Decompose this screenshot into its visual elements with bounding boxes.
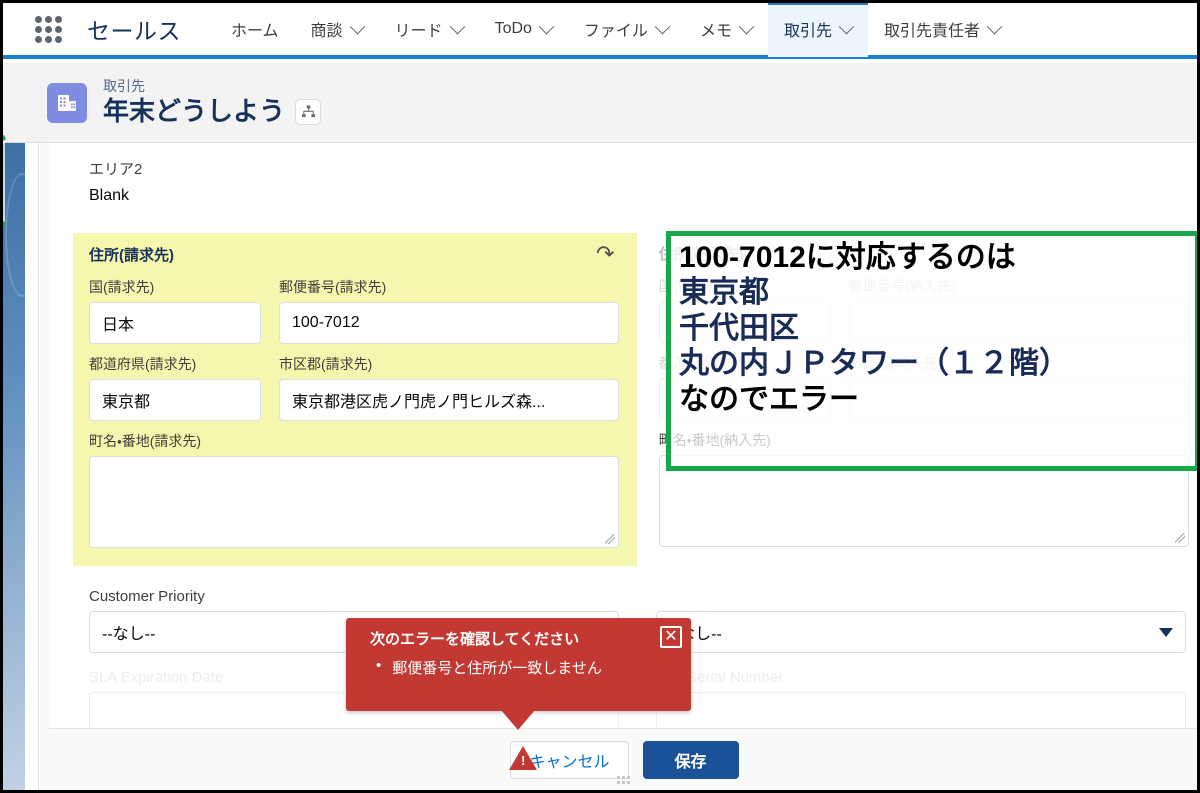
billing-street-label: 町名・番地(請求先) <box>89 433 202 450</box>
error-popover-title: 次のエラーを確認してください <box>370 631 580 648</box>
nav-tab-home[interactable]: ホーム <box>215 3 295 57</box>
billing-state-label: 都道府県(請求先) <box>89 356 197 373</box>
warning-triangle-icon: ! <box>509 746 537 770</box>
callout-tail <box>3 135 7 227</box>
nav-tab-contacts[interactable]: 取引先責任者 <box>868 3 1016 57</box>
nav-tab-leads[interactable]: リード <box>379 3 479 57</box>
billing-state-input[interactable]: 東京都 <box>89 379 261 422</box>
billing-street-textarea[interactable] <box>89 456 619 549</box>
billing-postal-field: 郵便番号(請求先) 100-7012 <box>279 277 619 345</box>
nav-tab-label: ホーム <box>231 23 279 40</box>
billing-street-field: 町名・番地(請求先) <box>89 431 621 549</box>
modal-footer: ! キャンセル 保存 <box>49 728 1197 790</box>
chevron-down-icon[interactable] <box>449 18 465 34</box>
sla-select[interactable]: --なし-- <box>655 611 1186 654</box>
resize-grip-icon[interactable] <box>616 776 633 786</box>
nav-tab-label: リード <box>394 23 443 40</box>
nav-tab-list: ホーム 商談 リード ToDo ファイル メモ 取引先 取引先責任者 <box>215 3 1016 57</box>
sla-group: --なし-- SLA Serial Number <box>655 588 1198 735</box>
warning-glyph: ! <box>521 753 526 768</box>
chevron-down-icon[interactable] <box>1158 627 1173 637</box>
nav-tab-tasks[interactable]: ToDo <box>479 3 568 57</box>
error-popover-tail <box>501 710 535 730</box>
nav-tab-label: 取引先 <box>783 23 832 40</box>
billing-postal-input[interactable]: 100-7012 <box>279 302 619 345</box>
annotation-line-4: 丸の内ＪＰタワー（１２階） <box>679 347 1069 381</box>
page-title: 年末どうしよう <box>103 95 286 126</box>
error-bullet-icon: • <box>376 657 382 674</box>
annotation-callout: 100-7012に対応するのは 東京都 千代田区 丸の内ＪＰタワー（１２階） な… <box>666 231 1197 471</box>
nav-tab-label: 商談 <box>310 23 343 40</box>
nav-tab-label: ToDo <box>494 20 532 37</box>
global-navigation-bar: セールス ホーム 商談 リード ToDo ファイル メモ 取引先 取引先責任者 <box>3 3 1197 59</box>
billing-city-field: 市区郡(請求先) 東京都港区虎ノ門虎ノ門ヒルズ森... <box>279 354 619 422</box>
nav-tab-notes[interactable]: メモ <box>684 3 768 57</box>
billing-country-field: 国(請求先) 日本 <box>89 277 261 345</box>
record-object-label: 取引先 <box>103 78 145 95</box>
static-field-value: Blank <box>89 187 130 204</box>
annotation-line-5: なのでエラー <box>679 382 859 416</box>
account-building-icon <box>47 82 87 123</box>
close-icon[interactable]: ✕ <box>660 626 682 648</box>
annotation-line-2: 東京都 <box>679 276 769 310</box>
chevron-down-icon[interactable] <box>986 18 1003 34</box>
error-popover-list: • 郵便番号と住所が一致しません <box>346 649 691 678</box>
error-message: 郵便番号と住所が一致しません <box>392 660 602 677</box>
billing-address-group: 住所(請求先) ↶ 国(請求先) 日本 郵便番号(請求先) 100-7012 都… <box>73 233 637 567</box>
nav-tab-opportunities[interactable]: 商談 <box>295 3 379 57</box>
record-header: 取引先 年末どうしよう <box>3 63 1197 143</box>
app-window: セールス ホーム 商談 リード ToDo ファイル メモ 取引先 取引先責任者 … <box>0 0 1200 793</box>
billing-state-field: 都道府県(請求先) 東京都 <box>89 354 261 422</box>
annotation-line-3: 千代田区 <box>679 311 799 345</box>
app-launcher-icon[interactable] <box>31 15 65 43</box>
save-button[interactable]: 保存 <box>642 740 739 779</box>
sla-picklist-label <box>656 588 1198 605</box>
app-name-label[interactable]: セールス <box>87 12 181 46</box>
billing-address-title: 住所(請求先) <box>89 246 174 264</box>
annotation-line-1: 100-7012に対応するのは <box>679 241 1016 274</box>
billing-postal-label: 郵便番号(請求先) <box>279 279 387 296</box>
customer-priority-label: Customer Priority <box>89 588 205 606</box>
chevron-down-icon[interactable] <box>654 18 671 34</box>
static-field-label: エリア2 <box>89 161 143 178</box>
hierarchy-icon[interactable] <box>295 98 322 125</box>
chevron-down-icon[interactable] <box>738 18 755 34</box>
error-popover: 次のエラーを確認してください • 郵便番号と住所が一致しません ✕ <box>346 618 691 730</box>
static-field-area2: エリア2 Blank <box>89 158 1197 209</box>
undo-arrow-icon[interactable]: ↶ <box>590 241 620 266</box>
nav-tab-label: メモ <box>699 23 732 40</box>
nav-tab-label: 取引先責任者 <box>883 23 980 40</box>
chevron-down-icon[interactable] <box>538 18 555 34</box>
record-meta: 取引先 年末どうしよう <box>103 78 322 127</box>
billing-city-input[interactable]: 東京都港区虎ノ門虎ノ門ヒルズ森... <box>279 379 619 422</box>
nav-tab-files[interactable]: ファイル <box>568 3 684 57</box>
billing-city-label: 市区郡(請求先) <box>279 356 373 373</box>
modal-left-gutter-inner <box>40 143 49 790</box>
customer-priority-value: --なし-- <box>102 626 156 644</box>
modal-left-gutter <box>25 143 39 790</box>
billing-country-input[interactable]: 日本 <box>89 302 261 345</box>
sla-serial-number-label: SLA Serial Number <box>655 669 784 687</box>
chevron-down-icon[interactable] <box>349 18 365 34</box>
nav-tab-label: ファイル <box>583 23 648 40</box>
nav-tab-accounts[interactable]: 取引先 <box>767 3 868 57</box>
billing-country-label: 国(請求先) <box>89 279 155 296</box>
chevron-down-icon[interactable] <box>838 18 855 34</box>
desktop-background <box>3 143 39 790</box>
